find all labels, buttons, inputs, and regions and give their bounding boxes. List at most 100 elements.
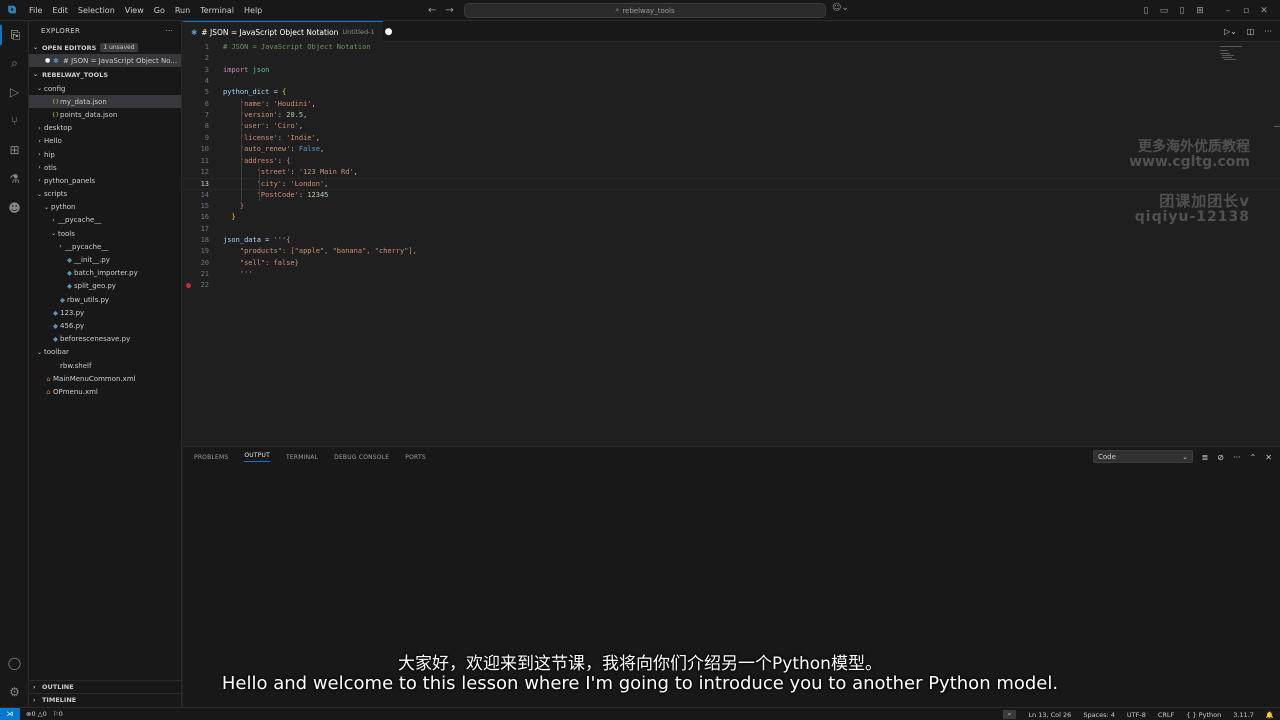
open-editor-item[interactable]: ● ✱ # JSON = JavaScript Object No...	[29, 54, 181, 67]
toggle-sidebar-icon[interactable]: ▯	[1140, 6, 1152, 16]
tree-item[interactable]: ◆ batch_importer.py	[29, 267, 181, 280]
panel-tab-output[interactable]: OUTPUT	[244, 452, 271, 462]
tree-item[interactable]: ◆ beforescenesave.py	[29, 333, 181, 346]
menu-item-run[interactable]: Run	[170, 0, 195, 21]
tree-item[interactable]: ◆ rbw_utils.py	[29, 293, 181, 306]
chevron-right-icon: ›	[38, 164, 41, 172]
extensions-icon[interactable]: ⊞	[0, 140, 29, 160]
code-token: }	[239, 201, 245, 210]
tree-item[interactable]: ◆ __init__.py	[29, 253, 181, 266]
tree-item[interactable]: › __pycache__	[29, 240, 181, 253]
tree-item[interactable]: ⌂ OPmenu.xml	[29, 385, 181, 398]
customize-layout-icon[interactable]: ⊞	[1194, 6, 1206, 16]
unsaved-dot-icon[interactable]: ●	[385, 27, 393, 37]
ports-indicator[interactable]: ⚐0	[53, 710, 63, 718]
tree-item[interactable]: ⌄ config	[29, 82, 181, 95]
tree-item[interactable]: ⌄ python	[29, 201, 181, 214]
menu-item-selection[interactable]: Selection	[73, 0, 120, 21]
code-text: json_data = '''{	[223, 235, 290, 246]
code-token: 'Indie'	[286, 133, 316, 142]
tree-item[interactable]: › otls	[29, 161, 181, 174]
tree-item[interactable]: {} my_data.json	[29, 95, 181, 109]
unsaved-dot-icon[interactable]: ●	[45, 57, 53, 64]
tree-item[interactable]: › hip	[29, 148, 181, 161]
tree-item[interactable]: ⌄ scripts	[29, 188, 181, 201]
toggle-secondary-sidebar-icon[interactable]: ▯	[1176, 6, 1188, 16]
more-actions-icon[interactable]: ···	[1264, 27, 1272, 36]
zoom-icon[interactable]: ⌕	[1002, 710, 1017, 719]
lock-scroll-icon[interactable]: ≣	[1202, 453, 1209, 462]
tree-item[interactable]: › python_panels	[29, 174, 181, 187]
search-icon[interactable]: ⌕	[0, 53, 29, 73]
run-debug-icon[interactable]: ▷	[0, 82, 29, 102]
panel-tab-ports[interactable]: PORTS	[405, 454, 426, 461]
problems-indicator[interactable]: ⊗0 △0	[26, 710, 47, 718]
tree-item[interactable]: ◆ split_geo.py	[29, 280, 181, 293]
close-window-icon[interactable]: ✕	[1258, 6, 1270, 16]
menu-item-help[interactable]: Help	[239, 0, 267, 21]
tree-item[interactable]: › Hello	[29, 135, 181, 148]
code-token: json_data	[223, 235, 261, 244]
xml-file-icon: ⌂	[46, 387, 51, 396]
language-mode[interactable]: { } Python	[1186, 711, 1221, 719]
line-ending[interactable]: CRLF	[1158, 711, 1174, 719]
code-editor[interactable]: 1 # JSON = JavaScript Object Notation 2 3 im…	[183, 42, 1280, 446]
restore-icon[interactable]: ▫	[1240, 6, 1252, 16]
code-line: 7 'version': 20.5,	[183, 110, 1280, 121]
tree-item[interactable]: › desktop	[29, 122, 181, 135]
output-channel-select[interactable]: Code ⌄	[1093, 450, 1193, 463]
tree-item[interactable]: ◆ 456.py	[29, 319, 181, 332]
testing-icon[interactable]: ⚗	[0, 169, 29, 189]
tree-item[interactable]: ◆ 123.py	[29, 306, 181, 319]
toggle-panel-icon[interactable]: ▭	[1158, 6, 1170, 16]
timeline-section[interactable]: › TIMELINE	[29, 693, 182, 706]
encoding[interactable]: UTF-8	[1127, 711, 1146, 719]
tree-item[interactable]: ⌄ tools	[29, 227, 181, 240]
tree-item[interactable]: ⌂ MainMenuCommon.xml	[29, 372, 181, 385]
menu-item-file[interactable]: File	[24, 0, 47, 21]
minimap[interactable]	[1220, 42, 1260, 112]
code-token: }	[231, 213, 236, 222]
tree-item[interactable]: › __pycache__	[29, 214, 181, 227]
more-actions-icon[interactable]: ···	[1233, 453, 1241, 462]
split-editor-icon[interactable]: ◫	[1247, 27, 1255, 36]
folder-section[interactable]: ⌄ REBELWAY_TOOLS	[29, 68, 181, 81]
panel-tab-debug-console[interactable]: DEBUG CONSOLE	[334, 454, 389, 461]
panel-tab-terminal[interactable]: TERMINAL	[286, 454, 318, 461]
file-tree: ⌄ config{} my_data.json{} points_data.json ›…	[29, 82, 181, 399]
command-center-search[interactable]: ⌕ rebelway_tools	[464, 3, 826, 18]
code-line: 11 'address': {	[183, 156, 1280, 167]
indentation[interactable]: Spaces: 4	[1083, 711, 1115, 719]
editor-tab[interactable]: ✱ # JSON = JavaScript Object Notation Un…	[183, 21, 392, 42]
panel-tab-problems[interactable]: PROBLEMS	[194, 454, 228, 461]
more-actions-icon[interactable]: ···	[165, 27, 173, 35]
python-version[interactable]: 3.11.7	[1233, 711, 1254, 719]
copilot-icon[interactable]: ☺⌄	[832, 3, 849, 13]
copilot-chat-icon[interactable]: ☻	[0, 198, 29, 218]
source-control-icon[interactable]: ⑂	[0, 111, 29, 131]
tab-title: # JSON = JavaScript Object Notation	[201, 27, 339, 37]
run-file-icon[interactable]: ▷⌄	[1224, 27, 1237, 36]
menu-item-edit[interactable]: Edit	[47, 0, 73, 21]
menu-item-terminal[interactable]: Terminal	[195, 0, 239, 21]
tree-item[interactable]: rbw.shelf	[29, 359, 181, 372]
json-file-icon: {}	[52, 98, 59, 105]
minimize-icon[interactable]: –	[1222, 6, 1234, 16]
back-arrow-icon[interactable]: ←	[428, 5, 436, 16]
tree-item[interactable]: ⌄ toolbar	[29, 346, 181, 359]
tree-item[interactable]: {} points_data.json	[29, 108, 181, 121]
cursor-position[interactable]: Ln 13, Col 26	[1028, 711, 1071, 719]
explorer-icon[interactable]: ⎘	[0, 25, 29, 45]
code-line: 17	[183, 224, 1280, 235]
menu-item-go[interactable]: Go	[149, 0, 170, 21]
menu-item-view[interactable]: View	[120, 0, 149, 21]
remote-indicator-icon[interactable]: ⋊	[0, 707, 20, 720]
code-line: 1 # JSON = JavaScript Object Notation	[183, 42, 1280, 53]
clear-output-icon[interactable]: ⊘	[1217, 453, 1224, 462]
notifications-bell-icon[interactable]: 🔔	[1266, 711, 1274, 719]
close-panel-icon[interactable]: ✕	[1265, 453, 1272, 462]
forward-arrow-icon[interactable]: →	[445, 5, 453, 16]
open-editors-section[interactable]: ⌄ OPEN EDITORS 1 unsaved	[29, 41, 181, 54]
language-label: Python	[1198, 710, 1222, 719]
maximize-panel-icon[interactable]: ⌃	[1250, 453, 1257, 462]
